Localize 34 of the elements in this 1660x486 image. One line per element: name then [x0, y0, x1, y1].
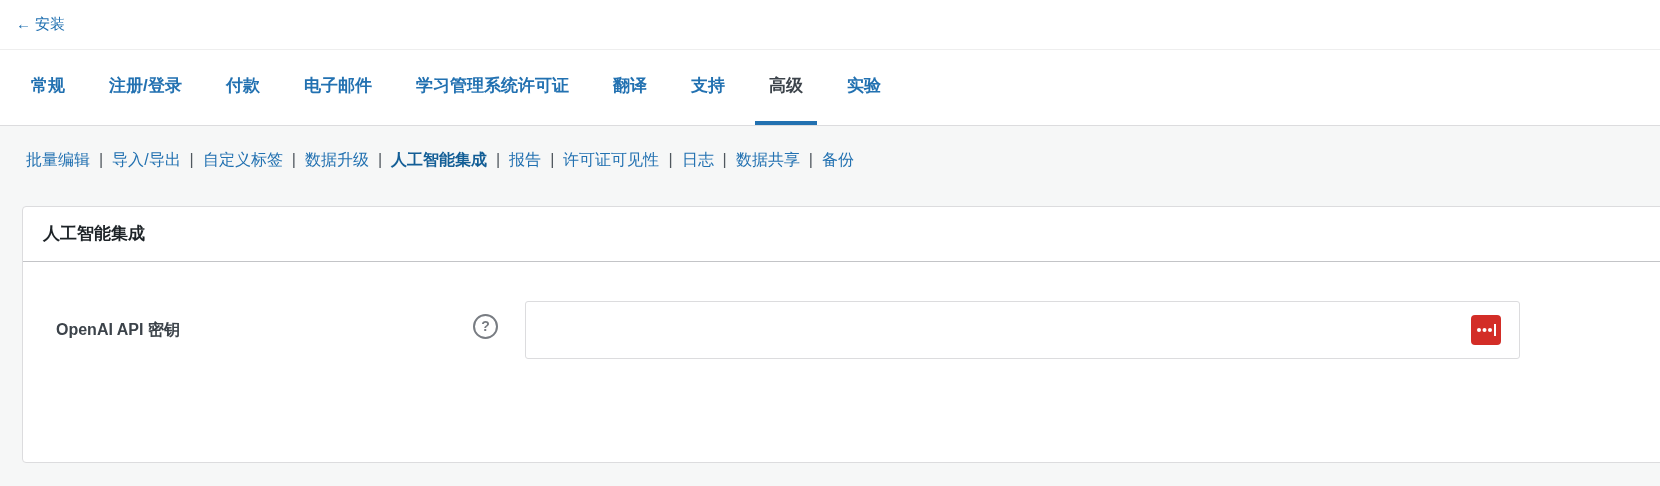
separator: | [808, 150, 813, 170]
separator: | [99, 150, 104, 170]
subnav-link[interactable]: 自定义标签 [202, 148, 283, 172]
tab[interactable]: 支持 [676, 50, 739, 125]
subnav-link[interactable]: 人工智能集成 [391, 148, 488, 172]
separator: | [189, 150, 194, 170]
tab[interactable]: 注册/登录 [95, 50, 196, 125]
field-label: OpenAI API 密钥 [55, 320, 181, 340]
subnav-link[interactable]: 日志 [681, 148, 714, 172]
subnav-link[interactable]: 许可证可见性 [563, 148, 660, 172]
subnav-link[interactable]: 报告 [509, 148, 542, 172]
tab[interactable]: 付款 [211, 50, 274, 125]
subnav-link[interactable]: 导入/导出 [112, 148, 181, 172]
back-link[interactable]: ← 安装 [16, 13, 65, 36]
tab[interactable]: 实验 [832, 50, 895, 125]
dots-icon[interactable] [1471, 315, 1501, 345]
tab[interactable]: 翻译 [598, 50, 661, 125]
subnav-link[interactable]: 数据升级 [304, 148, 369, 172]
tab[interactable]: 高级 [754, 50, 817, 125]
separator: | [291, 150, 296, 170]
help-icon[interactable]: ? [473, 313, 498, 339]
input-field[interactable] [525, 301, 1520, 359]
tab[interactable]: 电子邮件 [289, 50, 386, 125]
tab[interactable]: 常规 [17, 50, 79, 125]
tab[interactable]: 学习管理系统许可证 [401, 50, 583, 125]
subnav-link[interactable]: 备份 [821, 148, 854, 172]
subnav-link[interactable]: 批量编辑 [26, 148, 90, 172]
separator: | [377, 150, 383, 170]
subnav-link[interactable]: 数据共享 [735, 148, 800, 172]
separator: | [722, 150, 727, 170]
card-title: 人工智能集成 [43, 223, 145, 246]
separator: | [496, 150, 501, 170]
separator: | [550, 150, 555, 170]
separator: | [668, 150, 673, 170]
